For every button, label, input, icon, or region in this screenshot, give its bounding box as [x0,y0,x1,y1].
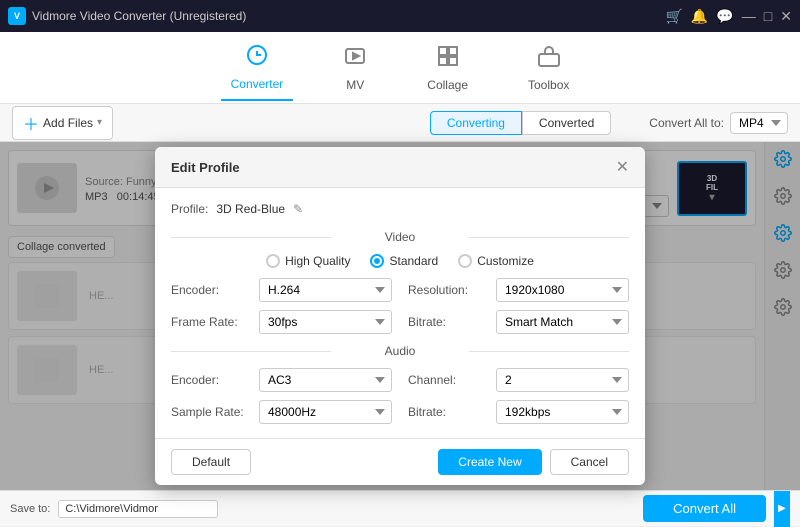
minimize-button[interactable]: — [742,8,756,25]
samplerate-select[interactable]: 48000Hz 44100Hz22050Hz [259,400,392,424]
audio-bitrate-label: Bitrate: [408,405,488,419]
bell-icon[interactable]: 🔔 [691,8,708,25]
modal-header: Edit Profile ✕ [155,147,645,188]
encoder-row: Encoder: H.264 H.265MPEG-4VP9 [171,278,392,302]
app-logo: V [8,7,26,25]
video-fields-grid: Encoder: H.264 H.265MPEG-4VP9 Resolution… [171,278,629,334]
toolbox-icon [537,44,561,74]
resolution-select[interactable]: 1920x1080 1280x720854x480 [496,278,629,302]
title-bar: V Vidmore Video Converter (Unregistered)… [0,0,800,32]
resolution-row: Resolution: 1920x1080 1280x720854x480 [408,278,629,302]
encoder-label: Encoder: [171,283,251,297]
maximize-button[interactable]: □ [764,8,772,25]
convert-all-label: Convert All to: [649,116,724,130]
plus-icon: ＋ [23,111,39,135]
video-section-header: Video [171,230,629,244]
quality-customize-label: Customize [477,254,534,268]
quality-high-label: High Quality [285,254,350,268]
window-controls[interactable]: 🛒 🔔 💬 — □ ✕ [665,8,792,25]
dropdown-arrow: ▾ [97,117,102,128]
mv-tab-label: MV [346,78,364,92]
nav-bar: Converter MV Collage Toolb [0,32,800,104]
edit-profile-modal: Edit Profile ✕ Profile: 3D Red-Blue ✎ Vi… [155,147,645,485]
converter-tab-label: Converter [231,77,284,91]
profile-row: Profile: 3D Red-Blue ✎ [171,202,629,216]
main-content: Source: Funny Cal...ggers ⓘ MP3 00:14:45… [0,142,800,490]
nav-tab-converter[interactable]: Converter [221,35,294,101]
framerate-select[interactable]: 30fps 25fps24fps60fps [259,310,392,334]
nav-tab-toolbox[interactable]: Toolbox [518,36,579,100]
app-title: Vidmore Video Converter (Unregistered) [32,9,246,23]
profile-label: Profile: [171,202,208,216]
resolution-label: Resolution: [408,283,488,297]
audio-encoder-label: Encoder: [171,373,251,387]
audio-bitrate-row: Bitrate: 192kbps 128kbps256kbps [408,400,629,424]
modal-body: Profile: 3D Red-Blue ✎ Video High Qualit… [155,188,645,438]
audio-encoder-row: Encoder: AC3 AACMP3 [171,368,392,392]
framerate-label: Frame Rate: [171,315,251,329]
save-to-label: Save to: [10,503,50,515]
audio-bitrate-select[interactable]: 192kbps 128kbps256kbps [496,400,629,424]
audio-section-header: Audio [171,344,629,358]
modal-overlay: Edit Profile ✕ Profile: 3D Red-Blue ✎ Vi… [0,142,800,490]
profile-edit-icon[interactable]: ✎ [293,202,303,216]
quality-high-radio[interactable] [266,254,280,268]
modal-footer: Default Create New Cancel [155,438,645,485]
add-files-button[interactable]: ＋ Add Files ▾ [12,106,113,140]
channel-row: Channel: 2 15.1 [408,368,629,392]
nav-tab-mv[interactable]: MV [333,36,377,100]
profile-value: 3D Red-Blue [216,202,285,216]
video-bitrate-select[interactable]: Smart Match CustomLowHigh [496,310,629,334]
toolbox-tab-label: Toolbox [528,78,569,92]
save-path-input[interactable] [58,500,218,518]
framerate-row: Frame Rate: 30fps 25fps24fps60fps [171,310,392,334]
toolbar: ＋ Add Files ▾ Converting Converted Conve… [0,104,800,142]
audio-fields-grid: Encoder: AC3 AACMP3 Channel: 2 15.1 [171,368,629,424]
modal-title: Edit Profile [171,160,240,175]
channel-select-modal[interactable]: 2 15.1 [496,368,629,392]
bottom-bar: Save to: Convert All ▶ [0,490,800,526]
quality-standard-label: Standard [389,254,438,268]
add-files-label: Add Files [43,116,93,130]
footer-btn-group: Create New Cancel [438,449,629,475]
scroll-right-indicator: ▶ [774,491,790,527]
converter-icon [245,43,269,73]
quality-customize-option[interactable]: Customize [458,254,534,268]
close-button[interactable]: ✕ [780,8,792,25]
samplerate-label: Sample Rate: [171,405,251,419]
collage-icon [436,44,460,74]
quality-standard-option[interactable]: Standard [370,254,438,268]
quality-radio-group: High Quality Standard Customize [171,254,629,268]
convert-all-group: Convert All to: MP4AVIMKVMOVMP3 [649,112,788,134]
nav-tab-collage[interactable]: Collage [417,36,478,100]
chat-icon[interactable]: 💬 [716,8,733,25]
audio-encoder-select[interactable]: AC3 AACMP3 [259,368,392,392]
cancel-button[interactable]: Cancel [550,449,629,475]
converting-tabs: Converting Converted [430,111,611,135]
video-bitrate-row: Bitrate: Smart Match CustomLowHigh [408,310,629,334]
cart-icon[interactable]: 🛒 [665,8,682,25]
create-new-button[interactable]: Create New [438,449,541,475]
tab-converting[interactable]: Converting [430,111,522,135]
modal-close-button[interactable]: ✕ [616,157,629,177]
samplerate-row: Sample Rate: 48000Hz 44100Hz22050Hz [171,400,392,424]
default-button[interactable]: Default [171,449,251,475]
quality-customize-radio[interactable] [458,254,472,268]
tab-converted[interactable]: Converted [522,111,611,135]
video-bitrate-label: Bitrate: [408,315,488,329]
quality-standard-radio[interactable] [370,254,384,268]
format-select[interactable]: MP4AVIMKVMOVMP3 [730,112,788,134]
encoder-select[interactable]: H.264 H.265MPEG-4VP9 [259,278,392,302]
mv-icon [343,44,367,74]
convert-all-button[interactable]: Convert All [643,495,766,522]
collage-tab-label: Collage [427,78,468,92]
channel-label: Channel: [408,373,488,387]
quality-high-option[interactable]: High Quality [266,254,350,268]
